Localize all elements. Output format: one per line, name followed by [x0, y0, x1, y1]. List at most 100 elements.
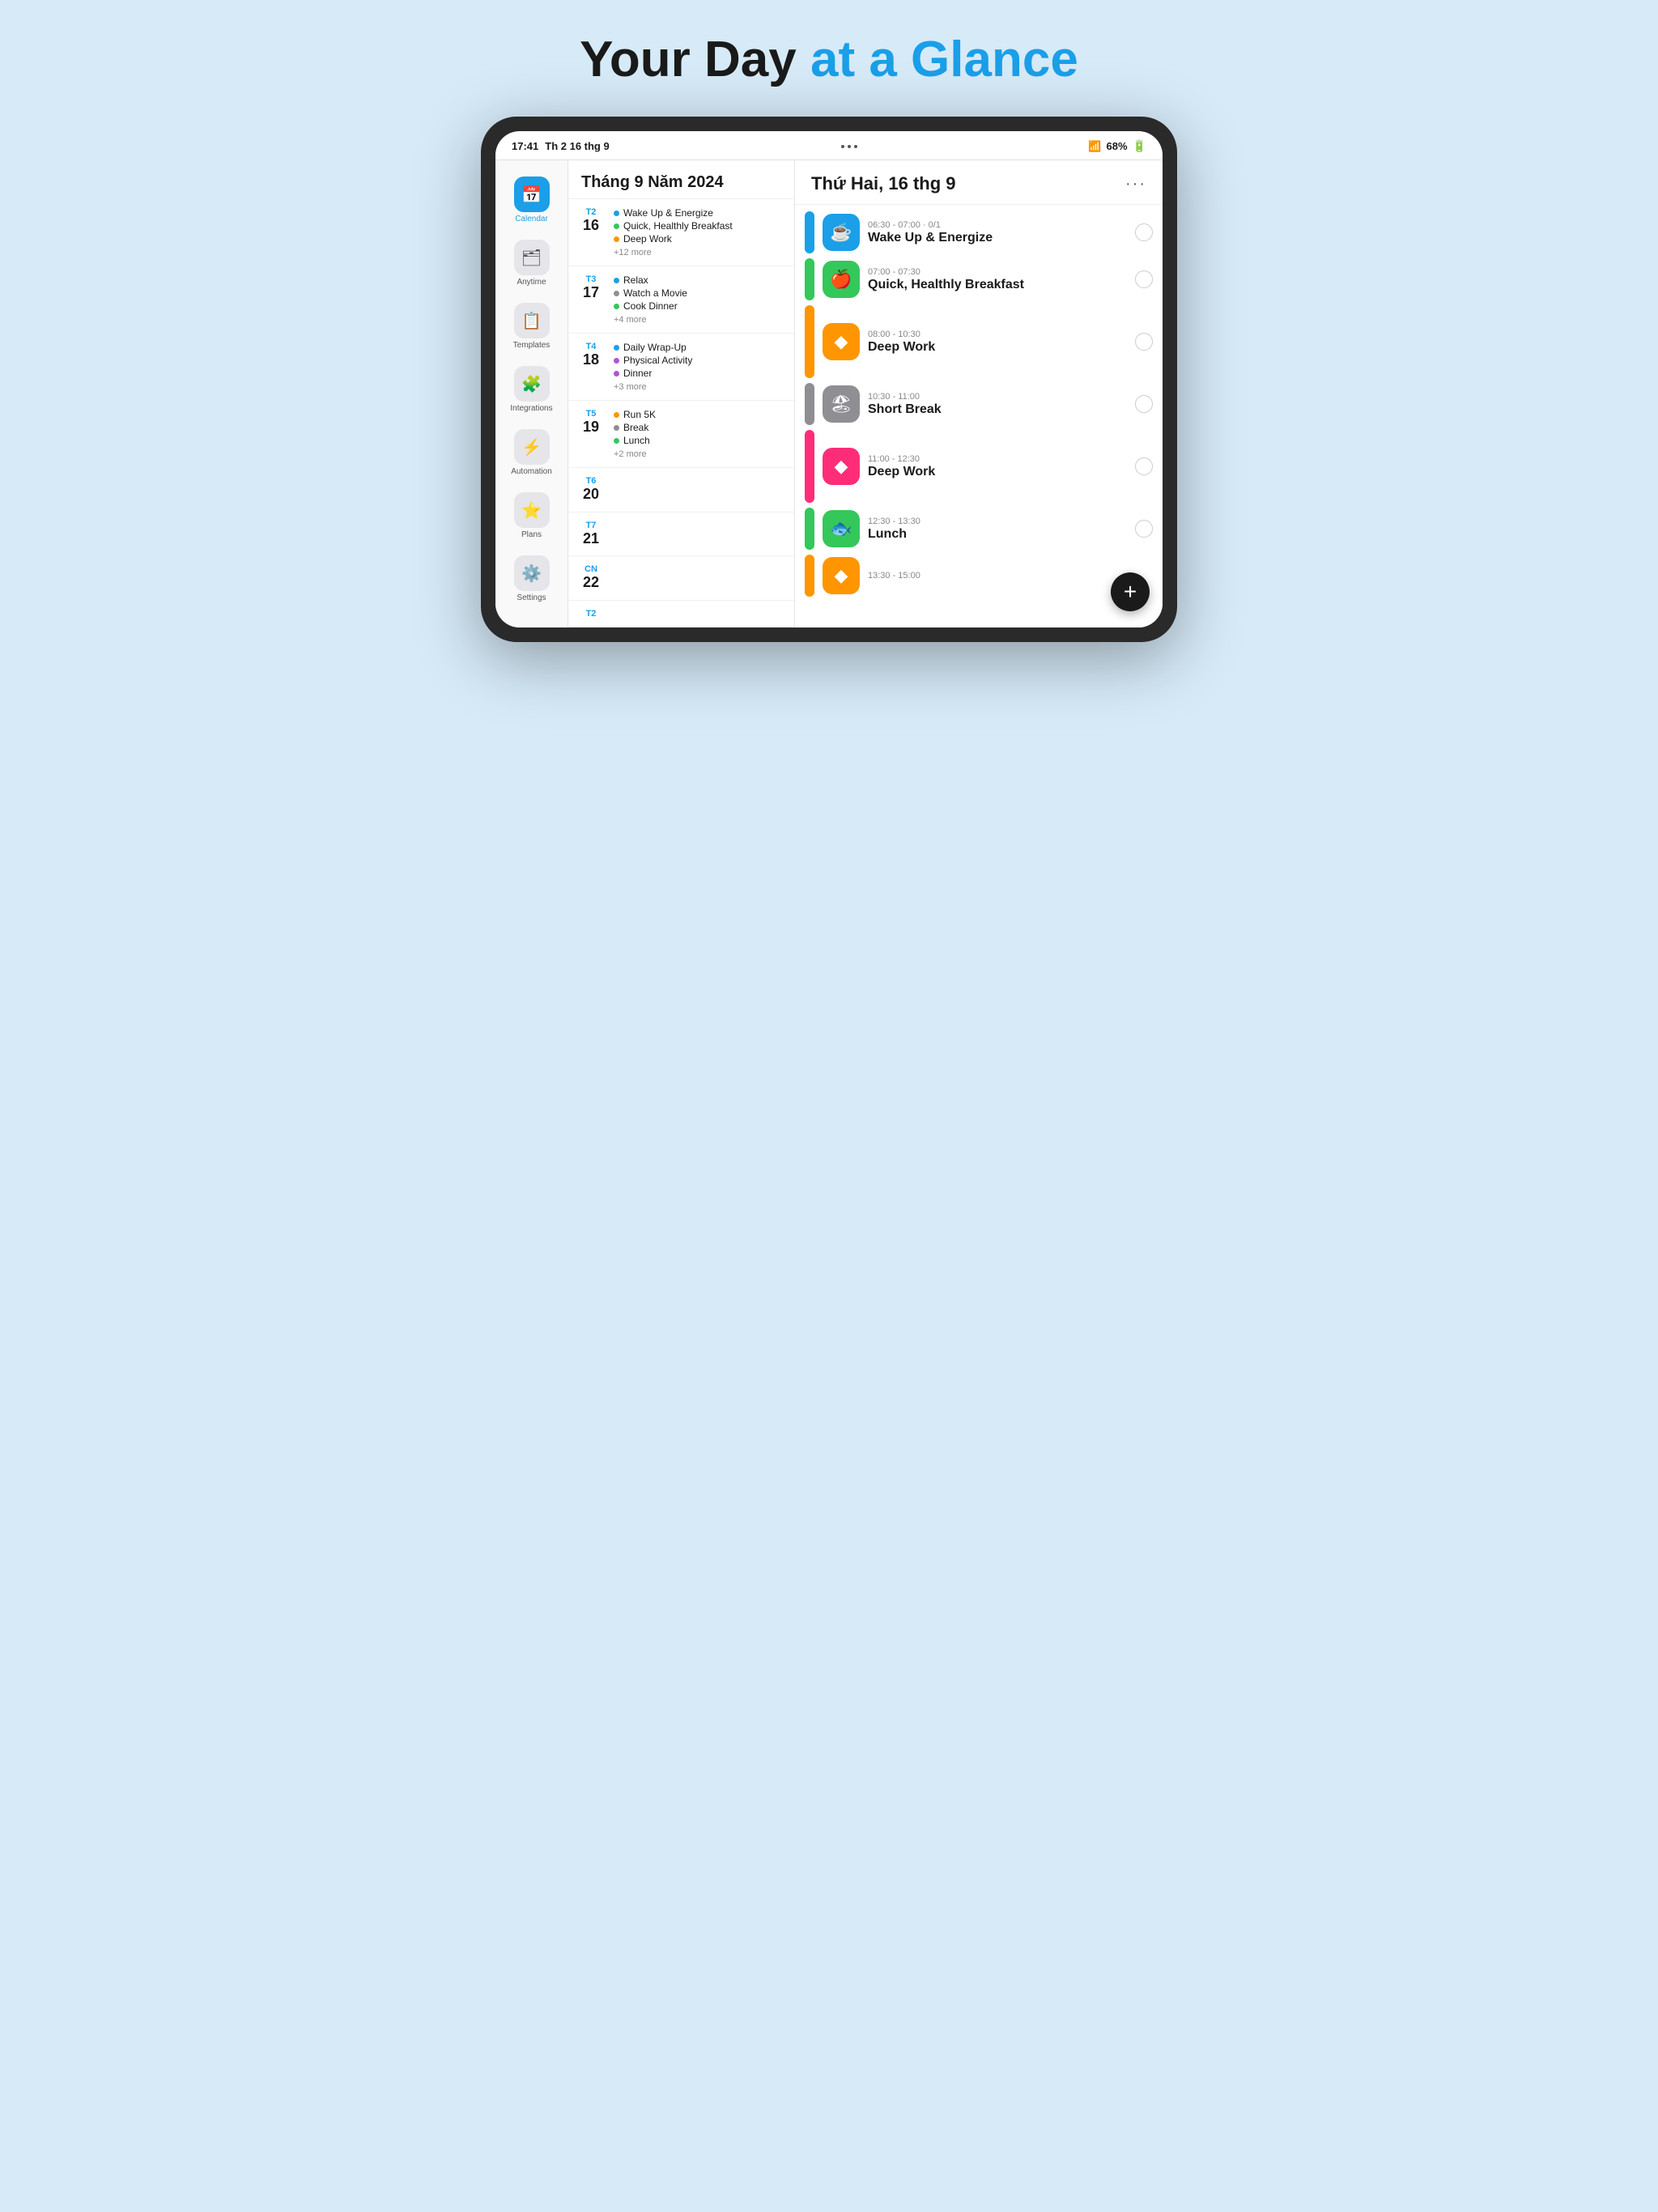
calendar-event-dot	[614, 278, 619, 283]
calendar-more-label: +3 more	[614, 382, 788, 392]
calendar-title: Tháng 9 Năm 2024	[568, 160, 794, 199]
event-color-bar	[805, 508, 814, 550]
calendar-row[interactable]: T721	[568, 513, 794, 557]
sidebar-item-automation[interactable]: ⚡Automation	[501, 423, 563, 483]
sidebar-item-anytime[interactable]: 🗂 Anytime	[501, 233, 563, 293]
calendar-panel: Tháng 9 Năm 2024 T216Wake Up & EnergizeQ…	[568, 160, 795, 627]
calendar-day-label: T5	[575, 409, 607, 419]
integrations-icon: 🧩	[514, 366, 550, 402]
event-checkbox[interactable]	[1135, 457, 1153, 475]
calendar-day-label: T3	[575, 274, 607, 284]
calendar-event-item: Run 5K	[614, 409, 788, 420]
calendar-event-item: Wake Up & Energize	[614, 207, 788, 219]
event-info: 10:30 - 11:00Short Break	[868, 392, 1127, 417]
sidebar-item-plans[interactable]: ⭐Plans	[501, 486, 563, 546]
add-event-button[interactable]: +	[1111, 572, 1150, 611]
calendar-event-dot	[614, 304, 619, 309]
calendar-event-item: Quick, Healthly Breakfast	[614, 220, 788, 232]
event-card[interactable]: ◆ 11:00 - 12:30Deep Work	[805, 430, 1153, 503]
plans-label: Plans	[521, 530, 542, 539]
event-card[interactable]: ◆08:00 - 10:30Deep Work	[805, 305, 1153, 378]
calendar-date-col: T620	[575, 476, 607, 504]
calendar-day-num: 16	[575, 217, 607, 235]
calendar-day-num: 22	[575, 574, 607, 592]
event-time: 13:30 - 15:00	[868, 571, 1153, 581]
app-layout: 📅Calendar 🗂 Anytime 📋Templates 🧩 Integrations…	[495, 160, 1163, 627]
calendar-events: Run 5KBreakLunch+2 more	[614, 409, 788, 459]
event-name: Lunch	[868, 527, 1127, 542]
event-info: 07:00 - 07:30Quick, Healthly Breakfast	[868, 267, 1127, 292]
event-checkbox[interactable]	[1135, 223, 1153, 241]
calendar-event-name: Physical Activity	[623, 355, 692, 366]
event-color-bar	[805, 305, 814, 378]
calendar-more-label: +12 more	[614, 248, 788, 257]
event-icon-box: 🏖	[823, 385, 860, 423]
status-dot-3	[854, 145, 857, 148]
status-right: 📶 68% 🔋	[1088, 139, 1146, 153]
calendar-event-item: Deep Work	[614, 233, 788, 245]
sidebar-item-calendar[interactable]: 📅Calendar	[501, 170, 563, 230]
calendar-row[interactable]: T418Daily Wrap-UpPhysical ActivityDinner…	[568, 334, 794, 401]
event-time: 10:30 - 11:00	[868, 392, 1127, 402]
calendar-row[interactable]: T2	[568, 601, 794, 627]
calendar-event-dot	[614, 358, 619, 364]
event-checkbox[interactable]	[1135, 520, 1153, 538]
calendar-day-num: 21	[575, 530, 607, 548]
calendar-row[interactable]: CN22	[568, 556, 794, 601]
calendar-row[interactable]: T317RelaxWatch a MovieCook Dinner+4 more	[568, 266, 794, 334]
calendar-row[interactable]: T216 Wake Up & EnergizeQuick, Healthly Br…	[568, 199, 794, 266]
calendar-event-item: Watch a Movie	[614, 287, 788, 299]
event-icon-box: ◆	[823, 448, 860, 485]
calendar-event-name: Run 5K	[623, 409, 656, 420]
anytime-icon: 🗂	[514, 240, 550, 275]
event-checkbox[interactable]	[1135, 395, 1153, 413]
calendar-event-item: Physical Activity	[614, 355, 788, 366]
event-color-bar	[805, 211, 814, 253]
event-color-bar	[805, 555, 814, 597]
calendar-event-dot	[614, 223, 619, 229]
status-dot-1	[841, 145, 844, 148]
calendar-day-label: T4	[575, 342, 607, 351]
sidebar-item-settings[interactable]: ⚙️Settings	[501, 549, 563, 609]
integrations-label: Integrations	[510, 404, 552, 413]
event-card[interactable]: ◆13:30 - 15:00	[805, 555, 1153, 597]
event-card[interactable]: 🏖 10:30 - 11:00Short Break	[805, 383, 1153, 425]
event-name: Deep Work	[868, 340, 1127, 355]
status-time: 17:41	[512, 140, 538, 152]
anytime-label: Anytime	[517, 278, 546, 287]
ipad-screen: 17:41 Th 2 16 thg 9 📶 68% 🔋 📅Calendar🗂An…	[495, 131, 1163, 627]
event-icon-box: 🍎	[823, 261, 860, 298]
event-card[interactable]: 🐟12:30 - 13:30Lunch	[805, 508, 1153, 550]
calendar-date-col: T317	[575, 274, 607, 302]
calendar-row[interactable]: T620	[568, 468, 794, 513]
event-list: ☕06:30 - 07:00 · 0/1Wake Up & Energize 🍎 0…	[795, 205, 1163, 627]
calendar-list: T216Wake Up & EnergizeQuick, Healthly Br…	[568, 199, 794, 627]
calendar-day-label: T6	[575, 476, 607, 486]
day-title: Thứ Hai, 16 thg 9	[811, 173, 956, 194]
day-menu-button[interactable]: ···	[1125, 175, 1146, 194]
event-name: Quick, Healthly Breakfast	[868, 278, 1127, 292]
sidebar-item-integrations[interactable]: 🧩 Integrations	[501, 359, 563, 419]
calendar-date-col: T216	[575, 207, 607, 235]
calendar-event-item: Lunch	[614, 435, 788, 446]
event-color-bar	[805, 430, 814, 503]
event-card[interactable]: ☕06:30 - 07:00 · 0/1Wake Up & Energize	[805, 211, 1153, 253]
automation-icon: ⚡	[514, 429, 550, 465]
calendar-date-col: T418	[575, 342, 607, 369]
event-card[interactable]: 🍎 07:00 - 07:30Quick, Healthly Breakfast	[805, 258, 1153, 300]
event-color-bar	[805, 258, 814, 300]
calendar-row[interactable]: T519Run 5KBreakLunch+2 more	[568, 401, 794, 468]
event-info: 08:00 - 10:30Deep Work	[868, 330, 1127, 355]
sidebar: 📅Calendar 🗂 Anytime 📋Templates 🧩 Integrations…	[495, 160, 568, 627]
event-name: Deep Work	[868, 465, 1127, 479]
calendar-day-num: 20	[575, 486, 607, 504]
event-checkbox[interactable]	[1135, 270, 1153, 288]
event-time: 11:00 - 12:30	[868, 454, 1127, 464]
headline-part1: Your Day	[580, 32, 810, 87]
sidebar-item-templates[interactable]: 📋Templates	[501, 296, 563, 356]
calendar-date-col: T721	[575, 521, 607, 548]
event-checkbox[interactable]	[1135, 333, 1153, 351]
calendar-event-name: Deep Work	[623, 233, 672, 245]
calendar-event-name: Dinner	[623, 368, 652, 379]
calendar-event-dot	[614, 438, 619, 444]
